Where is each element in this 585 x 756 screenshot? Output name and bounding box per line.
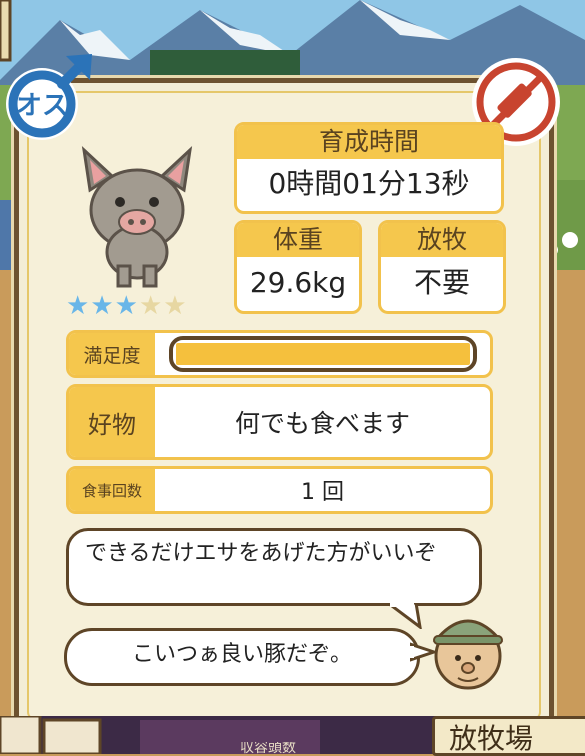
grazing-header: 放牧 bbox=[381, 223, 503, 257]
star-icon: ★ bbox=[163, 291, 187, 321]
favorite-food-row: 好物 何でも食べます bbox=[66, 384, 493, 460]
star-icon: ★ bbox=[66, 291, 90, 321]
favorite-value: 何でも食べます bbox=[234, 409, 410, 438]
raising-time-header: 育成時間 bbox=[237, 125, 501, 159]
meal-count-label: 食事回数 bbox=[69, 469, 155, 511]
grazing-box: 放牧 不要 bbox=[378, 220, 506, 314]
grazing-value: 不要 bbox=[413, 266, 470, 299]
satisfaction-label: 満足度 bbox=[69, 333, 155, 375]
pen-capacity-label: 収容頭数 bbox=[240, 742, 296, 754]
raising-time-box: 育成時間 0時間01分13秒 bbox=[234, 122, 504, 214]
favorite-label: 好物 bbox=[69, 387, 155, 457]
star-icon: ★ bbox=[138, 291, 163, 321]
pasture-sign-button[interactable]: 放牧場 bbox=[432, 716, 585, 756]
gender-label: オス bbox=[16, 91, 68, 121]
male-symbol-icon: オス bbox=[6, 54, 92, 140]
satisfaction-bar-fill bbox=[175, 343, 470, 365]
bubble-tail bbox=[386, 603, 422, 629]
raising-time-value: 0時間01分13秒 bbox=[268, 167, 470, 200]
star-icon: ★ bbox=[90, 291, 114, 321]
comment-speech-bubble: こいつぁ良い豚だぞ。 bbox=[64, 628, 420, 686]
meal-count-value: 1 回 bbox=[301, 480, 344, 505]
satisfaction-bar-cell bbox=[155, 333, 490, 375]
weight-box: 体重 29.6kg bbox=[234, 220, 362, 314]
weight-header: 体重 bbox=[237, 223, 359, 257]
meal-count-row: 食事回数 1 回 bbox=[66, 466, 493, 514]
pig-illustration bbox=[81, 145, 193, 288]
satisfaction-bar bbox=[168, 336, 477, 372]
advice-speech-bubble: できるだけエサをあげた方がいいぞ bbox=[66, 528, 482, 606]
weight-value: 29.6kg bbox=[249, 266, 347, 299]
star-icon: ★ bbox=[114, 291, 138, 321]
satisfaction-row: 満足度 bbox=[66, 330, 493, 378]
rating-stars: ★ ★ ★ ★ ★ bbox=[66, 292, 216, 320]
farmer-avatar bbox=[432, 619, 504, 690]
